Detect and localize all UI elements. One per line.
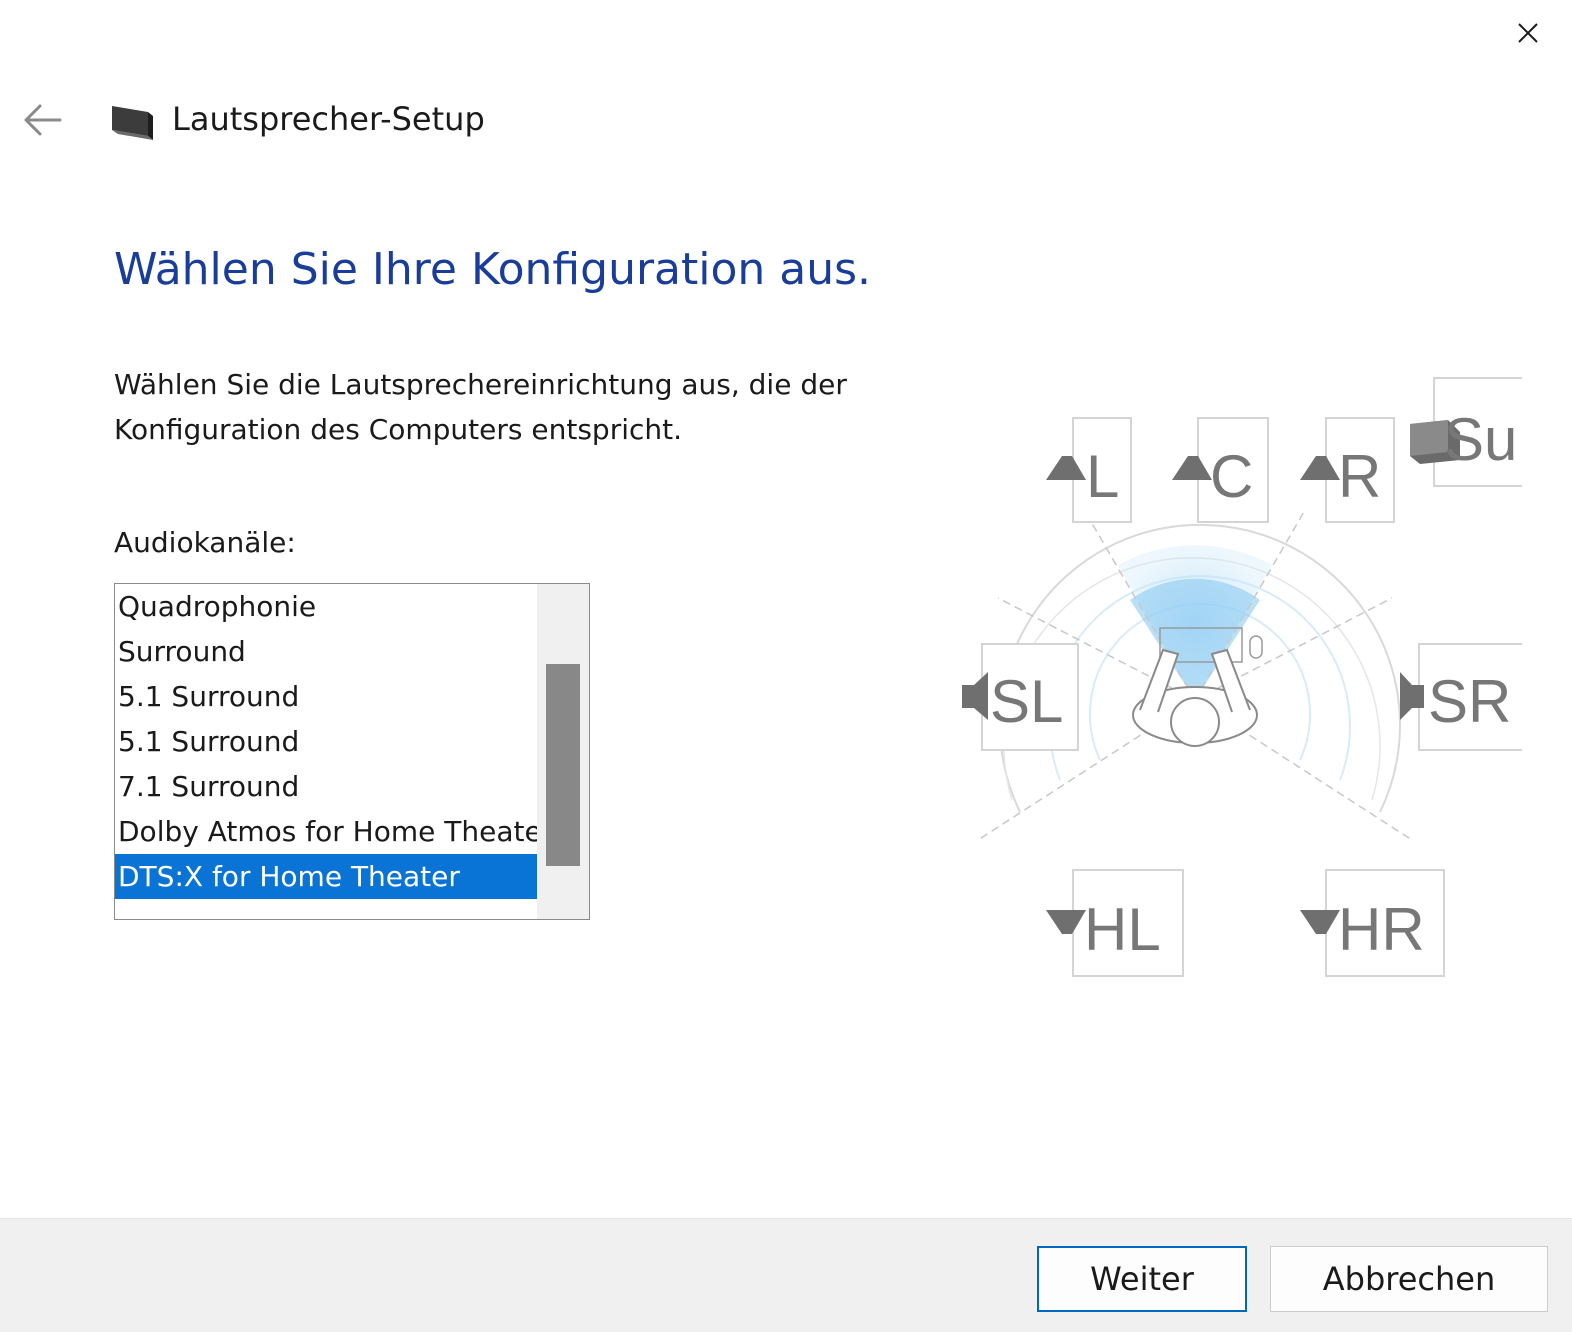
channel-option-5-1-surround-b[interactable]: 5.1 Surround: [115, 719, 537, 764]
speaker-center: C: [1172, 417, 1269, 523]
speaker-side-right: SR: [1400, 636, 1530, 758]
speaker-layout-diagram: L C R Su SL SR HL HR: [962, 370, 1530, 977]
close-icon: [1518, 23, 1538, 43]
cancel-button[interactable]: Abbrechen: [1270, 1246, 1548, 1312]
speaker-label-c: C: [1210, 443, 1253, 510]
speaker-height-left: HL: [1046, 869, 1184, 977]
speaker-side-left: SL: [962, 643, 1079, 751]
speaker-label-hl: HL: [1084, 896, 1161, 963]
window-title: Lautsprecher-Setup: [172, 100, 485, 138]
close-button[interactable]: [1500, 10, 1556, 56]
speaker-label-sr: SR: [1428, 668, 1511, 735]
audio-channels-label: Audiokanäle:: [114, 526, 296, 559]
speaker-label-l: L: [1086, 443, 1119, 510]
channel-option-quadrophonie[interactable]: Quadrophonie: [115, 584, 537, 629]
page-heading: Wählen Sie Ihre Konfiguration aus.: [114, 244, 872, 295]
listbox-scrollbar[interactable]: [537, 584, 589, 919]
channel-option-surround[interactable]: Surround: [115, 629, 537, 674]
channel-option-5-1-surround-a[interactable]: 5.1 Surround: [115, 674, 537, 719]
page-description: Wählen Sie die Lautsprechereinrichtung a…: [114, 368, 847, 446]
speaker-label-su: Su: [1444, 406, 1517, 473]
speaker-label-hr: HR: [1338, 896, 1425, 963]
channel-option-dolby-atmos[interactable]: Dolby Atmos for Home Theater: [115, 809, 537, 854]
back-arrow-icon: [24, 104, 62, 136]
speaker-front-left: L: [1046, 417, 1132, 523]
speaker-front-right: R: [1300, 417, 1395, 523]
audio-channels-list: Quadrophonie Surround 5.1 Surround 5.1 S…: [115, 584, 537, 899]
audio-channels-listbox[interactable]: Quadrophonie Surround 5.1 Surround 5.1 S…: [114, 583, 590, 920]
speaker-label-r: R: [1338, 443, 1381, 510]
scrollbar-thumb[interactable]: [546, 664, 580, 866]
speaker-height-right: HR: [1300, 869, 1445, 977]
next-button[interactable]: Weiter: [1037, 1246, 1247, 1312]
back-button[interactable]: [14, 95, 70, 145]
channel-option-dtsx[interactable]: DTS:X for Home Theater: [115, 854, 537, 899]
speaker-icon: [112, 106, 153, 140]
speaker-subwoofer: Su: [1410, 370, 1530, 500]
channel-option-7-1-surround[interactable]: 7.1 Surround: [115, 764, 537, 809]
speaker-label-sl: SL: [990, 668, 1063, 735]
